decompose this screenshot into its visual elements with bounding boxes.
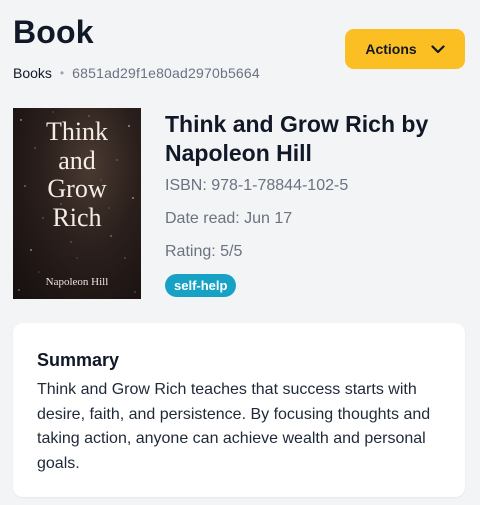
cover-title-line: Rich bbox=[52, 202, 102, 232]
breadcrumb-separator: • bbox=[59, 66, 65, 80]
book-detail-page: Book Books • 6851ad29f1e80ad2970b5664 Ac… bbox=[0, 0, 480, 505]
summary-heading: Summary bbox=[37, 350, 120, 370]
book-rating: Rating: 5/5 bbox=[165, 243, 243, 260]
book-title: Think and Grow Rich by Napoleon Hill bbox=[165, 111, 429, 166]
genre-tag-badge[interactable]: self-help bbox=[165, 274, 237, 297]
summary-card: Summary Think and Grow Rich teaches that… bbox=[13, 323, 465, 497]
actions-button-label: Actions bbox=[365, 41, 417, 57]
summary-text: Think and Grow Rich teaches that success… bbox=[37, 381, 431, 472]
page-title: Book bbox=[13, 14, 94, 50]
book-date-read: Date read: Jun 17 bbox=[165, 210, 293, 227]
book-cover-image: Think and Grow Rich Napoleon Hill bbox=[13, 108, 141, 299]
book-isbn: ISBN: 978-1-78844-102-5 bbox=[165, 177, 349, 194]
cover-title-text: Think and Grow Rich bbox=[13, 117, 141, 232]
cover-title-line: Grow bbox=[47, 174, 107, 203]
breadcrumb-book-id: 6851ad29f1e80ad2970b5664 bbox=[72, 65, 260, 81]
breadcrumb: Books • 6851ad29f1e80ad2970b5664 bbox=[13, 64, 260, 82]
cover-title-line: Think bbox=[45, 117, 109, 146]
chevron-down-icon bbox=[431, 44, 445, 53]
breadcrumb-books-link[interactable]: Books bbox=[13, 64, 52, 82]
cover-author-text: Napoleon Hill bbox=[45, 276, 109, 288]
actions-button[interactable]: Actions bbox=[345, 29, 465, 69]
cover-title-line: and bbox=[58, 145, 96, 175]
